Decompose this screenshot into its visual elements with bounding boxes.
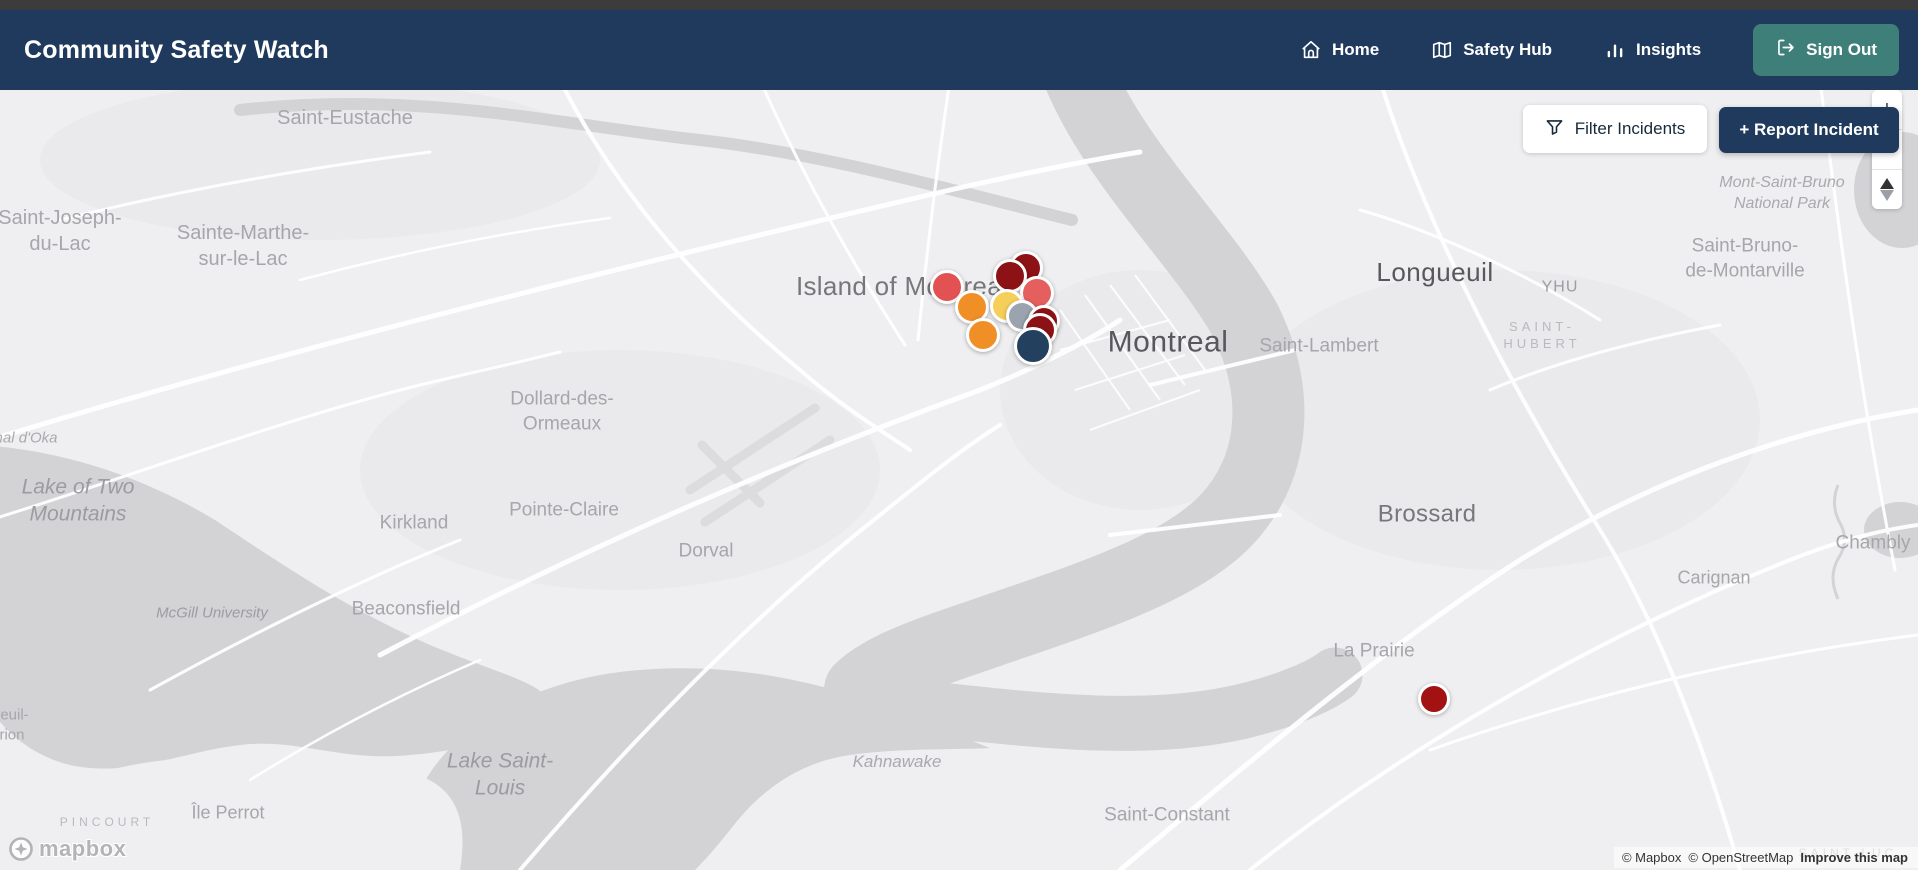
nav-item-label: Insights: [1636, 40, 1702, 59]
filter-incidents-button[interactable]: Filter Incidents: [1523, 105, 1707, 153]
page-title: Community Safety Watch: [24, 35, 329, 64]
main-nav: Home Safety Hub Insights Sign Out: [1300, 24, 1899, 76]
nav-item-label: Home: [1331, 40, 1380, 59]
nav-item-insights[interactable]: Insights: [1604, 39, 1701, 61]
mapbox-logo-icon: [9, 837, 33, 861]
nav-item-safety-hub[interactable]: Safety Hub: [1431, 39, 1552, 61]
bar-chart-icon: [1604, 39, 1626, 61]
filter-incidents-label: Filter Incidents: [1574, 119, 1686, 138]
report-incident-label: + Report Incident: [1739, 120, 1879, 139]
mapbox-wordmark: mapbox: [39, 836, 127, 861]
filter-funnel-icon: [1545, 117, 1564, 141]
report-incident-button[interactable]: + Report Incident: [1719, 107, 1899, 153]
map-canvas[interactable]: Saint-Eustache Saint-Joseph- du-Lac Sainte…: [0, 90, 1918, 870]
window-chrome-strip: [0, 0, 1918, 10]
mapbox-logo[interactable]: mapbox: [8, 836, 126, 862]
map-icon: [1431, 39, 1453, 61]
incident-marker[interactable]: [1014, 327, 1052, 365]
incident-marker[interactable]: [1418, 683, 1450, 715]
app-header: Community Safety Watch Home Safety Hub I…: [0, 10, 1918, 90]
sign-out-label: Sign Out: [1806, 40, 1877, 59]
attribution-osm-link[interactable]: © OpenStreetMap: [1688, 850, 1793, 865]
home-icon: [1300, 39, 1322, 61]
nav-item-label: Safety Hub: [1463, 40, 1552, 59]
map-attribution: © Mapbox © OpenStreetMap Improve this ma…: [1613, 847, 1918, 868]
map-markers-layer: [0, 90, 1918, 870]
improve-this-map-link[interactable]: Improve this map: [1800, 850, 1908, 865]
incident-marker[interactable]: [966, 318, 1000, 352]
sign-out-button[interactable]: Sign Out: [1753, 24, 1899, 76]
compass-button[interactable]: [1872, 170, 1902, 209]
compass-needle-icon: [1880, 178, 1894, 201]
attribution-mapbox-link[interactable]: © Mapbox: [1622, 850, 1681, 865]
nav-item-home[interactable]: Home: [1300, 39, 1379, 61]
logout-icon: [1775, 37, 1796, 63]
